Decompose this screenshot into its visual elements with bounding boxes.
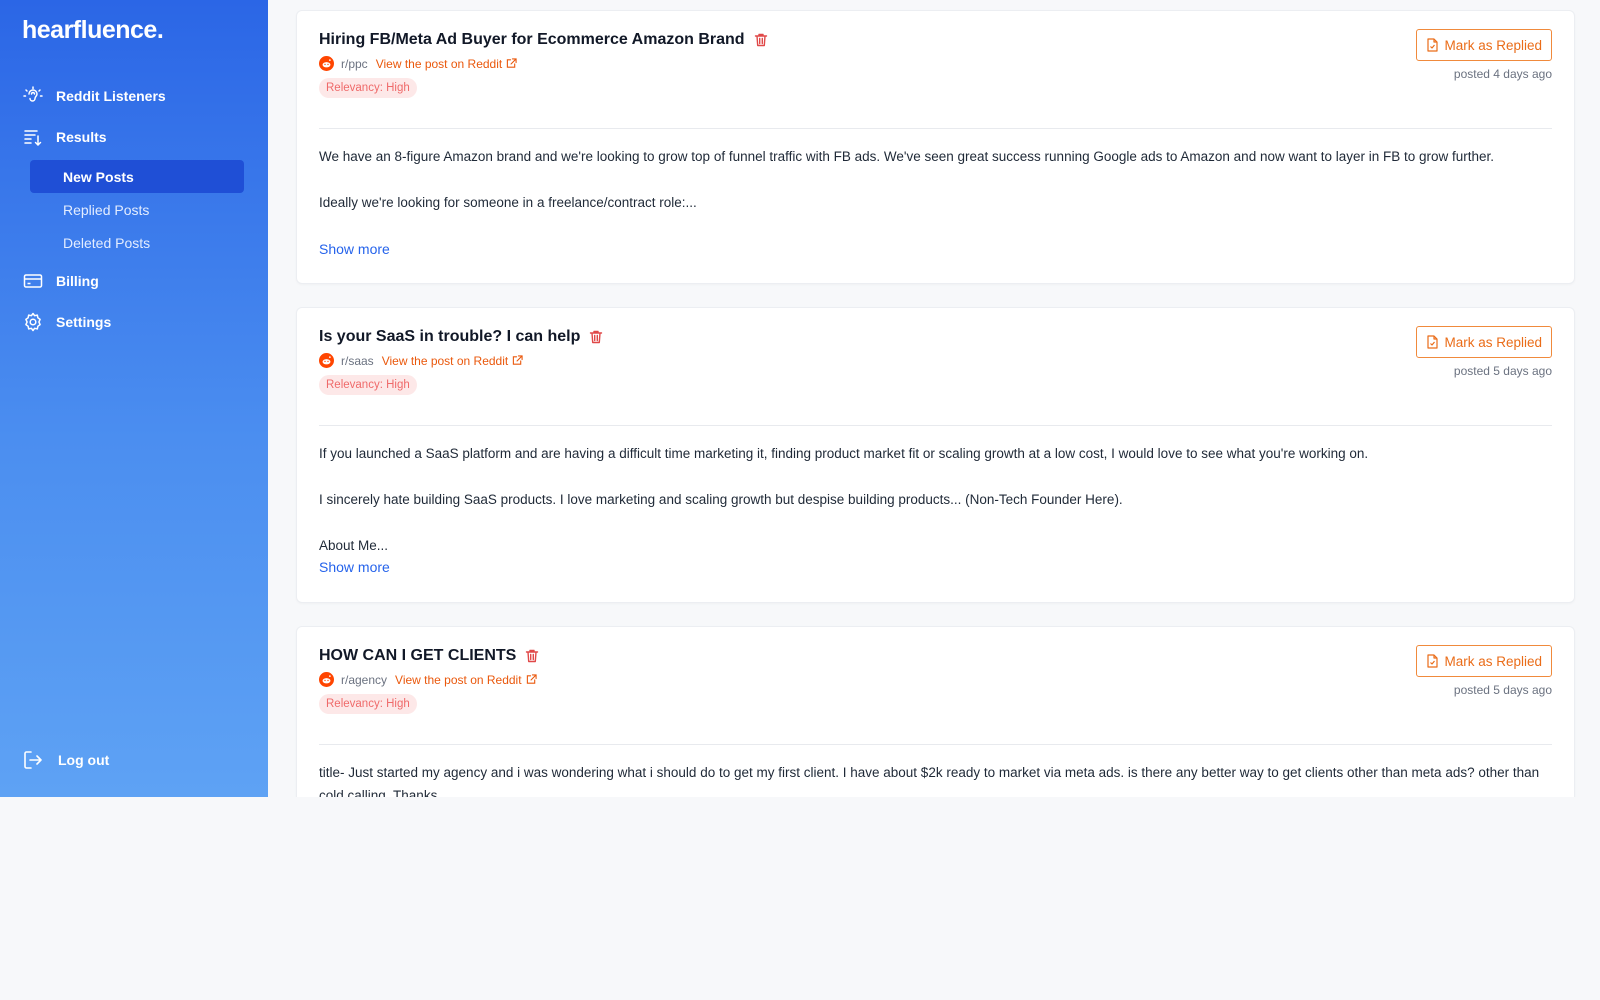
mark-as-replied-button[interactable]: Mark as Replied bbox=[1416, 645, 1552, 677]
mark-as-replied-label: Mark as Replied bbox=[1444, 37, 1542, 53]
posted-time: posted 5 days ago bbox=[1453, 683, 1552, 697]
mark-as-replied-button[interactable]: Mark as Replied bbox=[1416, 326, 1552, 358]
post-body: We have an 8-figure Amazon brand and we'… bbox=[319, 145, 1552, 214]
sidebar-item-billing[interactable]: Billing bbox=[22, 268, 99, 294]
sidebar-subitem-replied-posts[interactable]: Replied Posts bbox=[30, 193, 244, 226]
card-divider bbox=[319, 744, 1552, 745]
posted-time: posted 5 days ago bbox=[1453, 364, 1552, 378]
credit-card-icon bbox=[22, 270, 44, 292]
card-divider bbox=[319, 425, 1552, 426]
trash-icon[interactable] bbox=[524, 648, 540, 664]
post-paragraph: If you launched a SaaS platform and are … bbox=[319, 446, 1369, 461]
sidebar-item-reddit-listeners[interactable]: Reddit Listeners bbox=[22, 83, 166, 109]
post-meta: r/saas View the post on Reddit bbox=[319, 353, 523, 368]
post-meta: r/ppc View the post on Reddit bbox=[319, 56, 517, 71]
sidebar-item-label: Billing bbox=[56, 273, 99, 289]
post-title-row: Hiring FB/Meta Ad Buyer for Ecommerce Am… bbox=[319, 31, 769, 49]
relevancy-badge: Relevancy: High bbox=[319, 694, 417, 714]
view-post-link[interactable]: View the post on Reddit bbox=[376, 57, 518, 71]
subreddit-name: r/ppc bbox=[341, 56, 368, 71]
brand-logo[interactable]: hearfluence. bbox=[22, 16, 164, 45]
app-window: hearfluence. Reddit Listeners Results Ne… bbox=[0, 0, 1600, 797]
view-post-label: View the post on Reddit bbox=[395, 672, 522, 687]
view-post-link[interactable]: View the post on Reddit bbox=[395, 673, 537, 687]
post-card: HOW CAN I GET CLIENTS r/agency View the … bbox=[296, 626, 1575, 797]
posted-time: posted 4 days ago bbox=[1453, 67, 1552, 81]
mark-as-replied-label: Mark as Replied bbox=[1444, 334, 1542, 350]
relevancy-badge: Relevancy: High bbox=[319, 375, 417, 395]
document-check-icon bbox=[1426, 335, 1439, 349]
post-title: Is your SaaS in trouble? I can help bbox=[319, 328, 581, 345]
trash-icon[interactable] bbox=[588, 329, 604, 345]
view-post-label: View the post on Reddit bbox=[375, 56, 503, 71]
post-paragraph: About Me... bbox=[319, 538, 389, 553]
document-check-icon bbox=[1426, 654, 1439, 668]
post-paragraph: We have an 8-figure Amazon brand and we'… bbox=[319, 149, 1495, 164]
post-card: Hiring FB/Meta Ad Buyer for Ecommerce Am… bbox=[296, 10, 1575, 284]
post-paragraph: I sincerely hate building SaaS products.… bbox=[319, 492, 1123, 507]
sidebar-subitem-deleted-posts[interactable]: Deleted Posts bbox=[30, 226, 244, 259]
external-link-icon bbox=[512, 355, 523, 366]
show-more-link[interactable]: Show more bbox=[319, 241, 390, 257]
sidebar-item-label: Reddit Listeners bbox=[56, 88, 166, 104]
external-link-icon bbox=[506, 58, 517, 69]
post-title: HOW CAN I GET CLIENTS bbox=[319, 647, 517, 664]
external-link-icon bbox=[526, 674, 537, 685]
post-body: If you launched a SaaS platform and are … bbox=[319, 442, 1552, 557]
post-paragraph: Ideally we're looking for someone in a f… bbox=[319, 195, 697, 210]
reddit-icon bbox=[319, 672, 334, 687]
logout-button[interactable]: Log out bbox=[22, 748, 109, 772]
reddit-icon bbox=[319, 353, 334, 368]
relevancy-badge: Relevancy: High bbox=[319, 78, 417, 98]
show-more-link[interactable]: Show more bbox=[319, 559, 390, 575]
view-post-label: View the post on Reddit bbox=[381, 353, 509, 368]
post-meta: r/agency View the post on Reddit bbox=[319, 672, 537, 687]
trash-icon[interactable] bbox=[753, 32, 769, 48]
logout-label: Log out bbox=[58, 752, 110, 768]
sort-list-icon bbox=[22, 126, 44, 148]
sidebar-subitem-new-posts[interactable]: New Posts bbox=[30, 160, 244, 193]
sidebar: hearfluence. Reddit Listeners Results Ne… bbox=[0, 0, 268, 797]
subreddit-name: r/saas bbox=[341, 353, 374, 368]
results-feed[interactable]: Hiring FB/Meta Ad Buyer for Ecommerce Am… bbox=[268, 0, 1600, 797]
post-title: Hiring FB/Meta Ad Buyer for Ecommerce Am… bbox=[319, 31, 745, 48]
sidebar-item-label: Settings bbox=[56, 314, 112, 330]
ear-icon bbox=[22, 85, 44, 107]
logout-icon bbox=[22, 749, 44, 771]
gear-icon bbox=[22, 311, 44, 333]
mark-as-replied-label: Mark as Replied bbox=[1444, 653, 1542, 669]
card-divider bbox=[319, 128, 1552, 129]
mark-as-replied-button[interactable]: Mark as Replied bbox=[1416, 29, 1552, 61]
sidebar-item-settings[interactable]: Settings bbox=[22, 309, 111, 335]
post-title-row: HOW CAN I GET CLIENTS bbox=[319, 647, 540, 665]
sidebar-item-results[interactable]: Results bbox=[22, 124, 107, 150]
reddit-icon bbox=[319, 56, 334, 71]
post-title-row: Is your SaaS in trouble? I can help bbox=[319, 328, 604, 346]
post-card: Is your SaaS in trouble? I can help r/sa… bbox=[296, 307, 1575, 603]
document-check-icon bbox=[1426, 38, 1439, 52]
post-body: title- Just started my agency and i was … bbox=[319, 761, 1552, 797]
sidebar-item-label: Results bbox=[56, 129, 107, 145]
subreddit-name: r/agency bbox=[341, 672, 388, 687]
post-paragraph: title- Just started my agency and i was … bbox=[319, 765, 1540, 797]
view-post-link[interactable]: View the post on Reddit bbox=[382, 354, 524, 368]
